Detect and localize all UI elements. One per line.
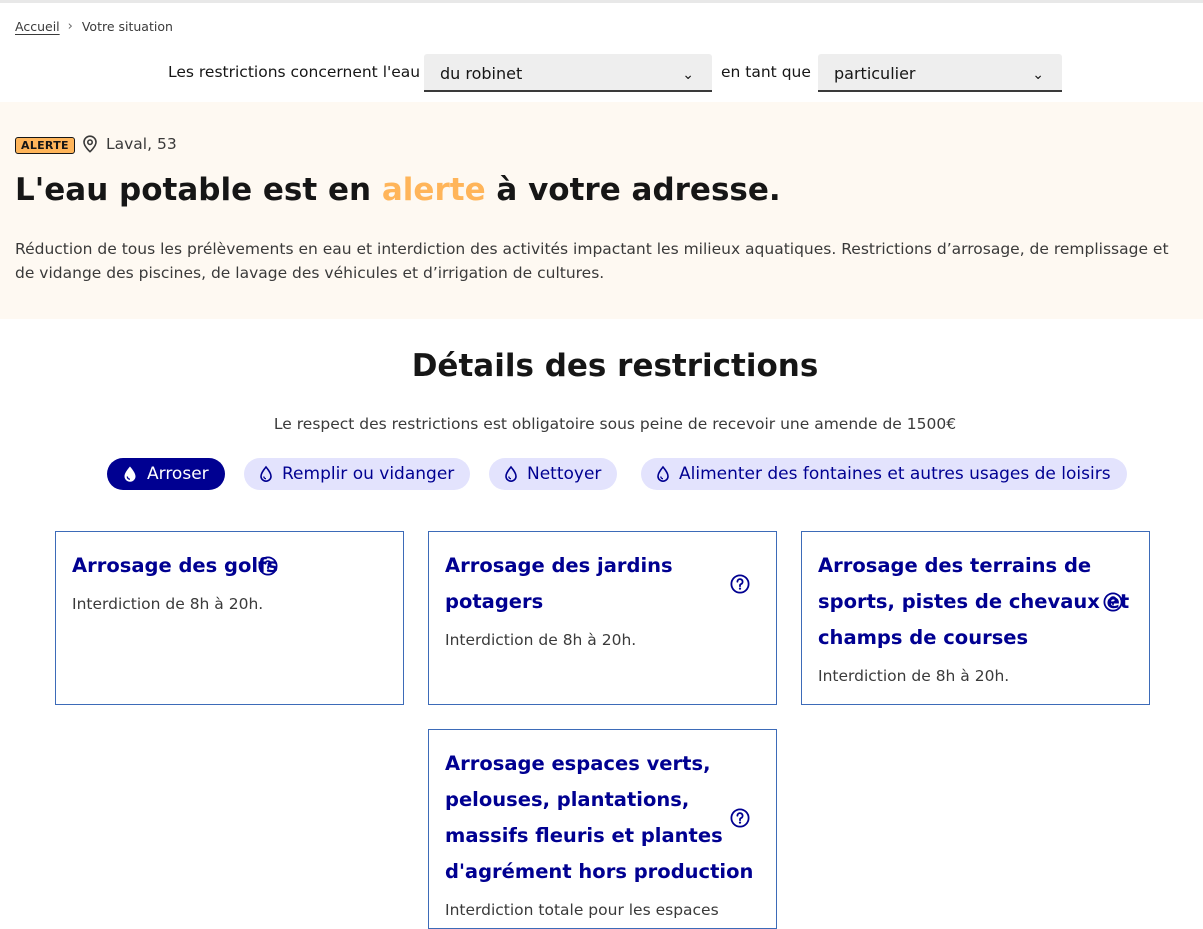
- alert-description: Réduction de tous les prélèvements en ea…: [15, 240, 1169, 282]
- water-type-select[interactable]: du robinet ⌄: [424, 54, 712, 92]
- status-badge: ALERTE: [15, 137, 75, 154]
- water-type-value: du robinet: [440, 64, 523, 83]
- card-text: Interdiction de 8h à 20h.: [445, 631, 637, 649]
- tag-label: Remplir ou vidanger: [282, 464, 455, 484]
- tag-arroser[interactable]: Arroser: [107, 458, 225, 490]
- card-title: Arrosage des jardins potagers: [445, 548, 673, 620]
- tag-nettoyer[interactable]: Nettoyer: [489, 458, 618, 490]
- card-title-line: Arrosage des terrains de: [818, 554, 1092, 577]
- location-text: Laval, 53: [106, 135, 177, 153]
- card-text: Interdiction totale pour les espaces: [445, 901, 719, 919]
- card-title-line: Arrosage des golfs: [72, 554, 279, 577]
- water-drop-icon: [258, 465, 274, 483]
- alert-title-end: à votre adresse.: [485, 172, 781, 208]
- alert-level-highlight: alerte: [381, 172, 486, 208]
- card-title-line: pelouses, plantations,: [445, 788, 690, 811]
- chevron-down-icon: ⌄: [682, 67, 694, 83]
- alert-title: L'eau potable est en alerte à votre adre…: [15, 172, 781, 208]
- question-circle-icon[interactable]: [730, 574, 750, 594]
- card-title-line: Arrosage espaces verts,: [445, 752, 711, 775]
- card-title-line: Arrosage des jardins: [445, 554, 673, 577]
- card-title-line: champs de courses: [818, 626, 1029, 649]
- breadcrumb-home-link[interactable]: Accueil: [15, 19, 60, 34]
- chevron-right-icon: ›: [67, 19, 73, 34]
- user-type-value: particulier: [834, 64, 916, 83]
- question-circle-icon[interactable]: [1103, 592, 1123, 612]
- card-text: Interdiction de 8h à 20h.: [818, 667, 1010, 685]
- card-title: Arrosage des terrains de sports, pistes …: [818, 548, 1129, 656]
- filter-row: Les restrictions concernent l'eau du rob…: [0, 54, 1203, 94]
- filter-middle-label: en tant que: [721, 63, 811, 81]
- top-border: [0, 0, 1203, 3]
- card-title-line: potagers: [445, 590, 544, 613]
- tag-fontaines-loisirs[interactable]: Alimenter des fontaines et autres usages…: [641, 458, 1127, 490]
- card-title: Arrosage des golfs: [72, 548, 278, 584]
- question-circle-icon[interactable]: [730, 808, 750, 828]
- card-title-line: massifs fleuris et plantes: [445, 824, 723, 847]
- alert-title-start: L'eau potable est en: [15, 172, 382, 208]
- restriction-card[interactable]: Arrosage des terrains de sports, pistes …: [801, 531, 1150, 705]
- restriction-card[interactable]: Arrosage des jardins potagers Interdicti…: [428, 531, 777, 705]
- location: Laval, 53: [82, 135, 177, 153]
- restrictions-subtitle: Le respect des restrictions est obligato…: [273, 415, 957, 433]
- restriction-card[interactable]: Arrosage espaces verts, pelouses, planta…: [428, 729, 777, 929]
- tag-label: Arroser: [147, 464, 209, 484]
- water-drop-icon: [655, 465, 671, 483]
- question-circle-icon[interactable]: [258, 556, 278, 576]
- tag-remplir-vidanger[interactable]: Remplir ou vidanger: [244, 458, 471, 490]
- tag-label: Nettoyer: [527, 464, 602, 484]
- user-type-select[interactable]: particulier ⌄: [818, 54, 1062, 92]
- restrictions-title: Détails des restrictions: [411, 348, 819, 384]
- chevron-down-icon: ⌄: [1032, 67, 1044, 83]
- breadcrumb-current: Votre situation: [81, 19, 173, 34]
- filter-prefix-label: Les restrictions concernent l'eau: [168, 63, 421, 81]
- map-pin-icon: [82, 135, 106, 153]
- card-title-line: sports, pistes de chevaux et: [818, 590, 1130, 613]
- card-title: Arrosage espaces verts, pelouses, planta…: [445, 746, 753, 890]
- water-drop-icon: [121, 465, 139, 483]
- card-text: Interdiction de 8h à 20h.: [72, 595, 264, 613]
- restriction-card[interactable]: Arrosage des golfs Interdiction de 8h à …: [55, 531, 404, 705]
- water-drop-icon: [503, 465, 519, 483]
- alert-section: ALERTE Laval, 53 L'eau potable est en al…: [0, 102, 1203, 319]
- card-title-line: d'agrément hors production: [445, 860, 754, 883]
- breadcrumb: Accueil › Votre situation: [15, 19, 173, 34]
- tag-label: Alimenter des fontaines et autres usages…: [679, 464, 1111, 484]
